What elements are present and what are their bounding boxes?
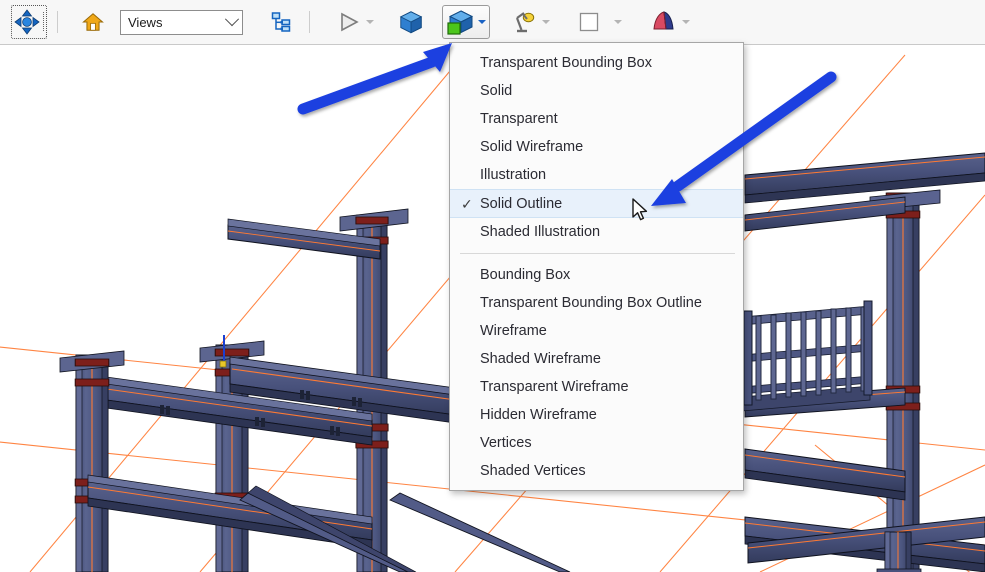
menu-item-vertices[interactable]: Vertices xyxy=(450,429,743,457)
menu-item-transparent-bounding-box-outline[interactable]: Transparent Bounding Box Outline xyxy=(450,289,743,317)
menu-item-label: Transparent Bounding Box Outline xyxy=(480,295,702,311)
appearance-profiler-dropdown-caret[interactable] xyxy=(682,20,690,24)
menu-item-illustration[interactable]: Illustration xyxy=(450,161,743,189)
play-dropdown-caret[interactable] xyxy=(366,20,374,24)
menu-item-label: Solid Wireframe xyxy=(480,139,584,155)
menu-item-label: Hidden Wireframe xyxy=(480,407,597,423)
red-blue-book-icon xyxy=(653,11,674,30)
menu-item-solid-outline[interactable]: ✓ Solid Outline xyxy=(450,189,743,218)
render-solid-button[interactable] xyxy=(394,5,428,39)
menu-item-transparent-bounding-box[interactable]: Transparent Bounding Box xyxy=(450,49,743,77)
home-icon xyxy=(82,13,104,31)
menu-item-label: Solid xyxy=(480,83,513,99)
mouse-cursor xyxy=(632,198,648,221)
menu-item-label: Illustration xyxy=(480,167,547,183)
menu-item-solid-wireframe[interactable]: Solid Wireframe xyxy=(450,133,743,161)
toolbar-separator-1 xyxy=(57,11,58,33)
menu-item-shaded-wireframe[interactable]: Shaded Wireframe xyxy=(450,345,743,373)
cube-green-square-icon xyxy=(447,10,474,35)
checkmark-icon: ✓ xyxy=(461,195,473,212)
white-square-icon xyxy=(579,12,599,32)
tree-hierarchy-icon xyxy=(271,12,291,32)
views-combo-value: Views xyxy=(128,14,163,30)
appearance-profiler-button[interactable] xyxy=(646,5,694,39)
menu-item-hidden-wireframe[interactable]: Hidden Wireframe xyxy=(450,401,743,429)
lighting-mode-button[interactable] xyxy=(508,5,554,39)
menu-item-label: Bounding Box xyxy=(480,267,571,283)
model-tree-button[interactable] xyxy=(265,5,297,39)
menu-item-label: Transparent Bounding Box xyxy=(480,55,652,71)
menu-item-label: Vertices xyxy=(480,435,532,451)
menu-item-label: Transparent Wireframe xyxy=(480,379,629,395)
render-mode-dropdown-caret[interactable] xyxy=(478,20,486,24)
lighting-dropdown-caret[interactable] xyxy=(542,20,550,24)
menu-item-label: Shaded Wireframe xyxy=(480,351,601,367)
menu-item-bounding-box[interactable]: Bounding Box xyxy=(450,261,743,289)
menu-item-wireframe[interactable]: Wireframe xyxy=(450,317,743,345)
main-toolbar: Views xyxy=(0,0,985,45)
menu-item-label: Shaded Illustration xyxy=(480,224,601,240)
menu-item-shaded-vertices[interactable]: Shaded Vertices xyxy=(450,457,743,485)
menu-item-label: Wireframe xyxy=(480,323,547,339)
menu-item-transparent[interactable]: Transparent xyxy=(450,105,743,133)
blue-cube-icon xyxy=(399,11,423,34)
play-animation-button[interactable] xyxy=(332,5,378,39)
menu-item-label: Transparent xyxy=(480,111,558,127)
render-mode-menu[interactable]: Transparent Bounding Box Solid Transpare… xyxy=(449,42,744,491)
background-color-button[interactable] xyxy=(572,5,626,39)
toolbar-separator-2 xyxy=(309,11,310,33)
background-color-dropdown-caret[interactable] xyxy=(614,20,622,24)
render-mode-button[interactable] xyxy=(442,5,490,39)
menu-item-label: Solid Outline xyxy=(480,195,563,212)
menu-separator xyxy=(460,253,735,254)
navigate-tool-button[interactable] xyxy=(11,5,47,39)
menu-item-label: Shaded Vertices xyxy=(480,463,586,479)
views-combo[interactable]: Views xyxy=(120,9,243,35)
menu-item-transparent-wireframe[interactable]: Transparent Wireframe xyxy=(450,373,743,401)
home-view-button[interactable] xyxy=(78,5,108,39)
navigate-tool-dropdown-grip[interactable] xyxy=(43,12,44,32)
chevron-down-icon xyxy=(224,12,240,27)
menu-item-solid[interactable]: Solid xyxy=(450,77,743,105)
desk-lamp-icon xyxy=(515,12,535,33)
menu-item-shaded-illustration[interactable]: Shaded Illustration xyxy=(450,218,743,246)
play-icon xyxy=(341,12,359,32)
four-way-arrow-icon xyxy=(14,9,40,35)
